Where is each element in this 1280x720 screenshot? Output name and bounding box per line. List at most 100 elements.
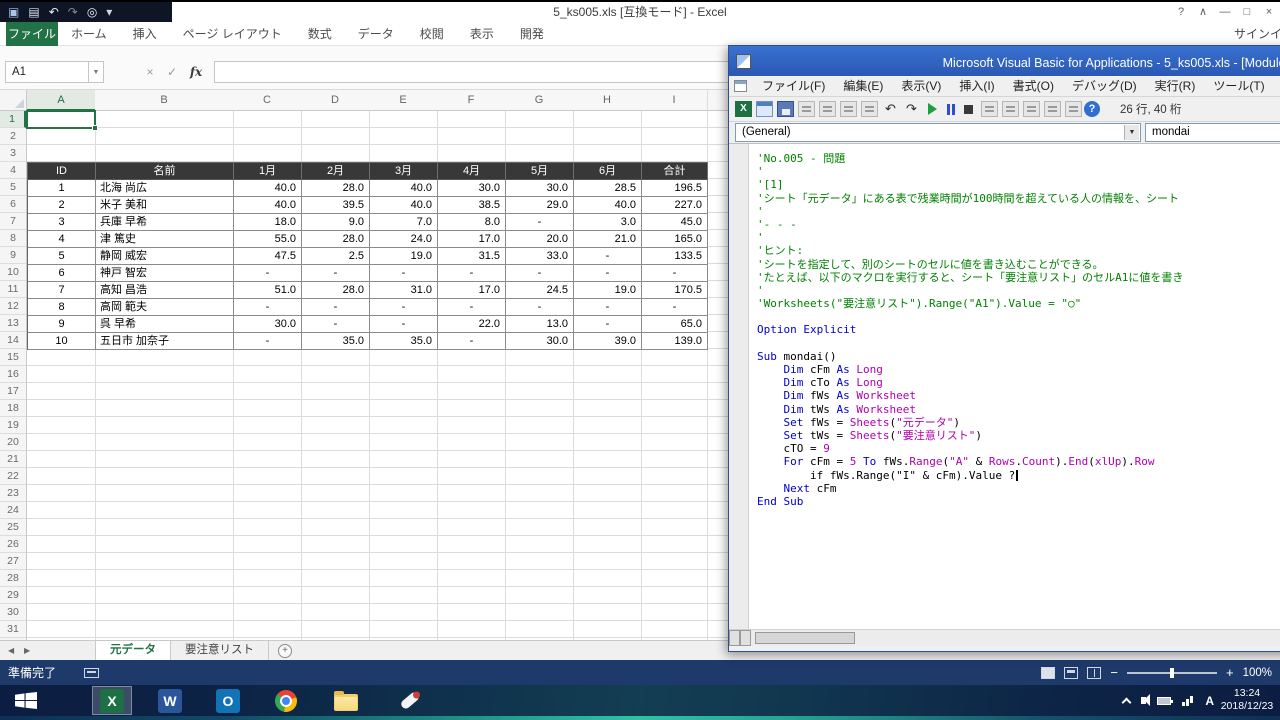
vbe-menu-item[interactable]: ファイル(F) — [753, 76, 834, 97]
cell[interactable]: 196.5 — [642, 180, 708, 197]
table-header-cell[interactable]: 5月 — [506, 163, 574, 180]
split-handle[interactable] — [729, 630, 740, 646]
undo-icon[interactable]: ↶ — [882, 101, 899, 117]
cell[interactable]: 29.0 — [506, 197, 574, 214]
vbe-menu-item[interactable]: 書式(O) — [1004, 76, 1063, 97]
cell[interactable]: 17.0 — [438, 231, 506, 248]
cell[interactable]: 10 — [28, 333, 96, 350]
copy-icon[interactable] — [819, 101, 836, 117]
code-line[interactable]: ' — [757, 284, 1280, 297]
code-horizontal-scrollbar[interactable] — [729, 629, 1280, 646]
cell[interactable]: 28.5 — [574, 180, 642, 197]
outlook-taskbar-icon[interactable]: O — [208, 686, 248, 715]
file-explorer-taskbar-icon[interactable] — [326, 686, 366, 715]
cell[interactable]: 35.0 — [302, 333, 370, 350]
code-line[interactable]: Dim fWs As Worksheet — [757, 389, 1280, 402]
run-icon[interactable] — [928, 103, 937, 115]
cell[interactable]: - — [234, 265, 302, 282]
code-line[interactable]: '[1] — [757, 178, 1280, 191]
chrome-taskbar-icon[interactable] — [266, 686, 306, 715]
ime-a-indicator[interactable]: A — [1205, 694, 1214, 708]
ribbon-tab[interactable]: 表示 — [457, 22, 507, 46]
cell[interactable]: - — [574, 265, 642, 282]
column-header-b[interactable]: B — [95, 90, 233, 111]
cell[interactable]: 40.0 — [234, 180, 302, 197]
row-header-23[interactable]: 23 — [0, 485, 26, 502]
cell[interactable]: - — [302, 316, 370, 333]
word-taskbar-icon[interactable]: W — [150, 686, 190, 715]
cell[interactable]: 五日市 加奈子 — [96, 333, 234, 350]
cell[interactable]: 33.0 — [506, 248, 574, 265]
help-icon[interactable]: ? — [1170, 2, 1192, 22]
cell[interactable]: 65.0 — [642, 316, 708, 333]
cell[interactable]: - — [234, 299, 302, 316]
cell[interactable]: 19.0 — [574, 282, 642, 299]
insert-userform-icon[interactable] — [756, 101, 773, 117]
cell[interactable]: - — [234, 333, 302, 350]
code-line[interactable]: ' — [757, 165, 1280, 178]
redo-icon[interactable]: ↷ — [68, 2, 78, 22]
page-break-view-icon[interactable] — [1087, 667, 1101, 679]
table-header-cell[interactable]: 4月 — [438, 163, 506, 180]
ribbon-tab[interactable]: 数式 — [295, 22, 345, 46]
cell[interactable]: 6 — [28, 265, 96, 282]
name-box[interactable]: A1 — [5, 61, 89, 83]
cell[interactable]: 24.0 — [370, 231, 438, 248]
object-browser-icon[interactable] — [1044, 101, 1061, 117]
code-window-icon[interactable] — [734, 80, 747, 92]
cell[interactable]: 40.0 — [370, 197, 438, 214]
cell[interactable]: 神戸 智宏 — [96, 265, 234, 282]
cell[interactable]: 38.5 — [438, 197, 506, 214]
vbe-menu-item[interactable]: デバッグ(D) — [1063, 76, 1146, 97]
ribbon-display-options-icon[interactable]: ∧ — [1192, 2, 1214, 22]
cell[interactable]: 35.0 — [370, 333, 438, 350]
cell[interactable]: 22.0 — [438, 316, 506, 333]
cell[interactable]: 31.5 — [438, 248, 506, 265]
cell[interactable]: 呉 早希 — [96, 316, 234, 333]
split-handle[interactable] — [740, 630, 751, 646]
enter-icon[interactable]: ✓ — [162, 61, 182, 83]
cell[interactable]: 165.0 — [642, 231, 708, 248]
ribbon-tab[interactable]: ホーム — [58, 22, 120, 46]
cell[interactable]: 米子 美和 — [96, 197, 234, 214]
cell[interactable]: 39.5 — [302, 197, 370, 214]
code-pane[interactable]: 'No.005 - 問題''[1]'シート「元データ」にある表で残業時間が100… — [729, 143, 1280, 629]
code-line[interactable]: '- - - — [757, 218, 1280, 231]
cell[interactable]: 31.0 — [370, 282, 438, 299]
ribbon-tab[interactable]: ページ レイアウト — [170, 22, 295, 46]
row-header-6[interactable]: 6 — [0, 196, 26, 213]
cell[interactable]: 17.0 — [438, 282, 506, 299]
code-line[interactable]: Option Explicit — [757, 323, 1280, 336]
paste-icon[interactable] — [840, 101, 857, 117]
cell[interactable]: - — [506, 265, 574, 282]
view-excel-icon[interactable]: X — [735, 101, 752, 117]
row-header-15[interactable]: 15 — [0, 349, 26, 366]
vbe-menu-item[interactable]: 挿入(I) — [950, 76, 1003, 97]
cell[interactable]: - — [302, 265, 370, 282]
ribbon-tab[interactable]: 校閲 — [407, 22, 457, 46]
prev-sheet-icon[interactable]: ◀ — [8, 641, 14, 660]
file-tab[interactable]: ファイル — [6, 22, 58, 46]
code-line[interactable]: 'ヒント: — [757, 244, 1280, 257]
project-explorer-icon[interactable] — [1002, 101, 1019, 117]
cell[interactable]: 高岡 範夫 — [96, 299, 234, 316]
row-header-16[interactable]: 16 — [0, 366, 26, 383]
cell[interactable]: 8.0 — [438, 214, 506, 231]
cut-icon[interactable] — [798, 101, 815, 117]
cell[interactable]: 47.5 — [234, 248, 302, 265]
code-line[interactable]: Dim cTo As Long — [757, 376, 1280, 389]
cell[interactable]: - — [506, 214, 574, 231]
row-header-5[interactable]: 5 — [0, 179, 26, 196]
table-header-cell[interactable]: 3月 — [370, 163, 438, 180]
zoom-slider[interactable] — [1127, 672, 1217, 674]
cell[interactable]: 30.0 — [506, 333, 574, 350]
row-header-20[interactable]: 20 — [0, 434, 26, 451]
cell[interactable]: 19.0 — [370, 248, 438, 265]
code-line[interactable]: 'No.005 - 問題 — [757, 152, 1280, 165]
cell[interactable]: 兵庫 早希 — [96, 214, 234, 231]
row-header-18[interactable]: 18 — [0, 400, 26, 417]
volume-icon[interactable] — [1141, 697, 1146, 704]
cell[interactable]: 30.0 — [506, 180, 574, 197]
cell[interactable]: - — [302, 299, 370, 316]
row-header-25[interactable]: 25 — [0, 519, 26, 536]
